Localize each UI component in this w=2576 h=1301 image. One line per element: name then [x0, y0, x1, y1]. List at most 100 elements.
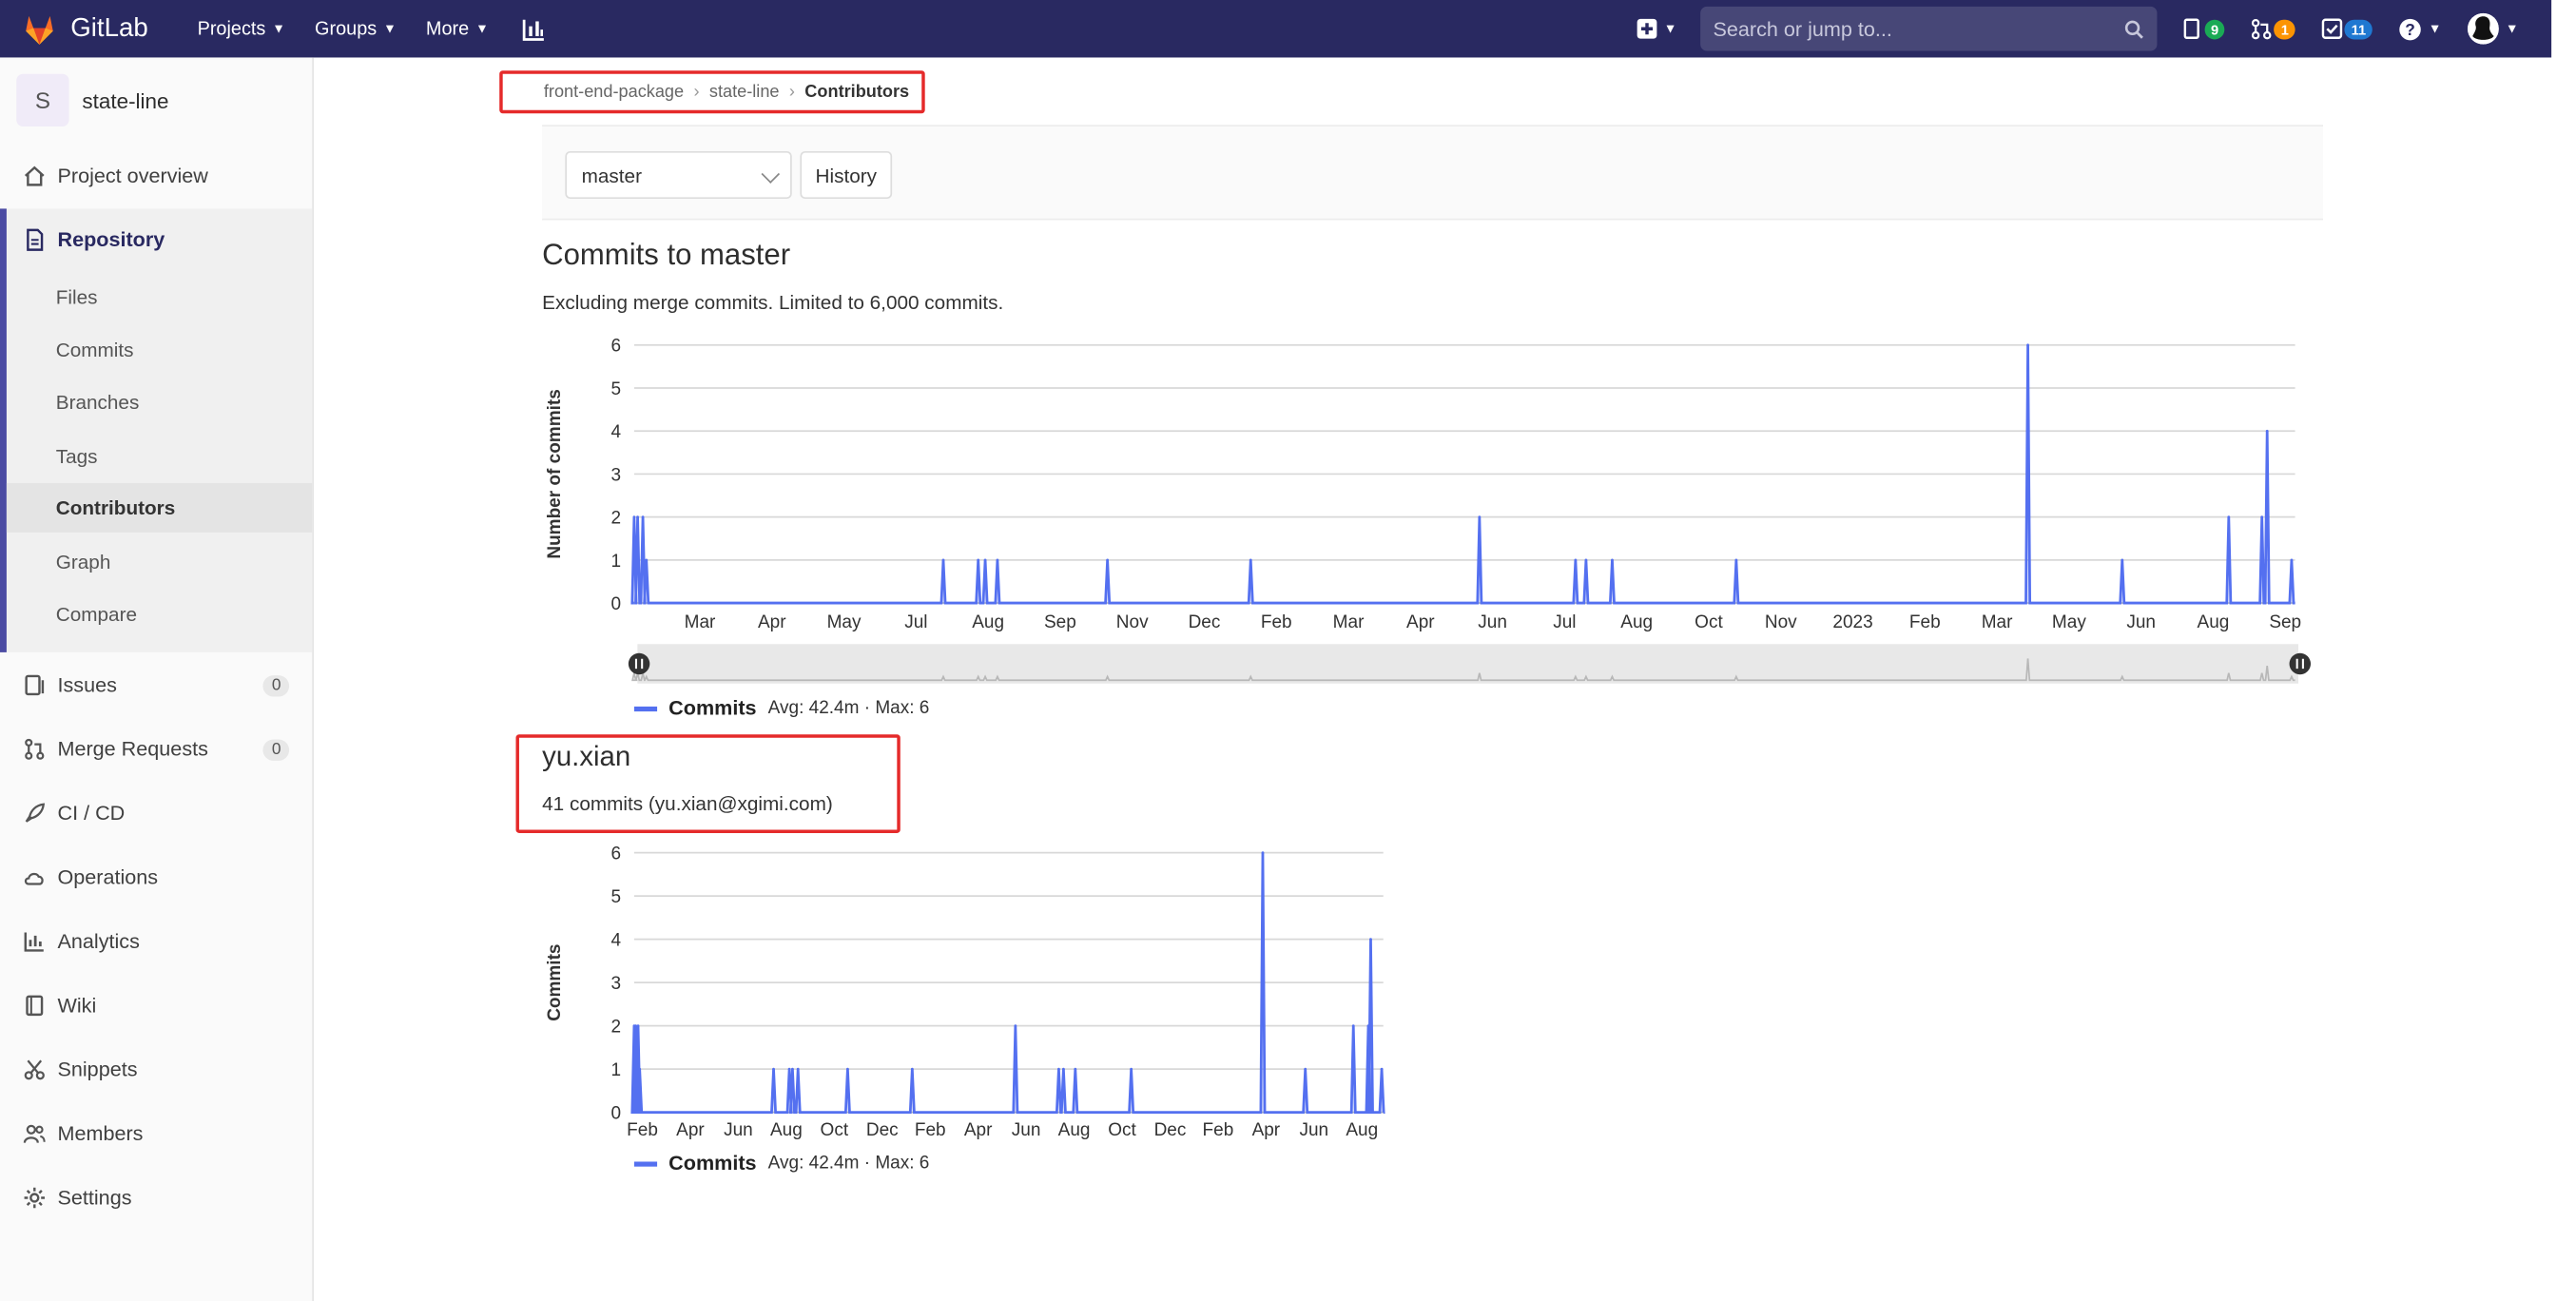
home-icon: [24, 165, 45, 186]
data-point: [1366, 1024, 1370, 1028]
sidebar-item-analytics[interactable]: Analytics: [0, 914, 312, 970]
sidebar-item-issues[interactable]: Issues 0: [0, 657, 312, 713]
document-icon: [27, 228, 44, 251]
y-tick-label: 3: [610, 974, 621, 994]
x-tick-label: Nov: [1116, 612, 1149, 632]
merge-requests-counter[interactable]: 1: [2252, 18, 2295, 40]
branch-select[interactable]: master: [565, 150, 792, 200]
data-point: [1734, 558, 1738, 562]
sidebar-item-wiki[interactable]: Wiki: [0, 978, 312, 1034]
x-tick-label: Feb: [1261, 612, 1292, 632]
zoom-slider-right-handle[interactable]: [2289, 652, 2312, 675]
master-commits-chart[interactable]: 0 1 2 3 4 5 6 Number of commits Mar Apr May Jul Aug S…: [526, 329, 2333, 699]
y-tick-label: 0: [610, 594, 621, 614]
sidebar-item-snippets[interactable]: Snippets: [0, 1041, 312, 1097]
user-menu[interactable]: ▼: [2468, 12, 2519, 45]
sidebar-sub-branches[interactable]: Branches: [56, 378, 313, 427]
sidebar-item-ci-cd[interactable]: CI / CD: [0, 786, 312, 842]
new-item-dropdown[interactable]: ▼: [1636, 18, 1676, 39]
users-icon: [23, 1124, 46, 1143]
more-menu[interactable]: More ▼: [426, 19, 489, 39]
repository-section: Repository Files Commits Branches Tags C…: [0, 208, 313, 652]
issues-counter[interactable]: 9: [2183, 18, 2226, 39]
data-point: [1574, 558, 1578, 562]
x-tick-label: Apr: [676, 1120, 705, 1140]
legend-stats: Avg: 42.4m · Max: 6: [767, 1153, 930, 1174]
sidebar-item-repository[interactable]: Repository: [0, 212, 312, 268]
activity-chart-icon[interactable]: [521, 15, 548, 42]
gitlab-logo-icon: [26, 14, 53, 45]
projects-menu[interactable]: Projects ▼: [198, 19, 285, 39]
sidebar-sub-tags[interactable]: Tags: [56, 432, 313, 481]
chevron-down-icon: ▼: [272, 21, 285, 37]
data-point: [2227, 515, 2231, 519]
y-tick-label: 1: [610, 552, 621, 572]
project-header[interactable]: S state-line: [0, 57, 312, 143]
sidebar-sub-compare[interactable]: Compare: [56, 590, 313, 639]
chevron-down-icon: ▼: [2505, 21, 2519, 37]
more-menu-label: More: [425, 18, 470, 39]
breadcrumb-current[interactable]: Contributors: [804, 82, 909, 102]
page-subtitle: Excluding merge commits. Limited to 6,00…: [542, 290, 1004, 314]
data-point: [636, 515, 639, 519]
data-point: [641, 515, 645, 519]
x-tick-label: Feb: [915, 1120, 946, 1140]
sidebar-item-label: Analytics: [57, 929, 140, 954]
sidebar-sub-files[interactable]: Files: [56, 273, 313, 322]
zoom-slider-left-handle[interactable]: [628, 652, 650, 675]
chart-icon: [24, 932, 44, 952]
search-input[interactable]: [1713, 17, 2124, 41]
sidebar-item-merge-requests[interactable]: Merge Requests 0: [0, 721, 312, 777]
gitlab-home-link[interactable]: GitLab: [21, 10, 148, 47]
contributor-chart-legend: Commits Avg: 42.4m · Max: 6: [633, 1152, 930, 1175]
gear-icon: [24, 1187, 45, 1209]
sidebar-item-label: Repository: [57, 228, 165, 252]
chevron-down-icon: ▼: [475, 21, 489, 37]
x-tick-label: Jun: [1478, 612, 1507, 632]
history-button[interactable]: History: [800, 150, 893, 200]
x-tick-label: Sep: [1044, 612, 1076, 632]
sidebar-sub-commits[interactable]: Commits: [56, 325, 313, 375]
sidebar-item-label: Snippets: [57, 1058, 138, 1081]
y-tick-label: 5: [610, 887, 621, 907]
sidebar-item-settings[interactable]: Settings: [0, 1170, 312, 1226]
sidebar-sub-contributors[interactable]: Contributors: [6, 482, 313, 533]
scissors-icon: [24, 1059, 45, 1080]
todos-counter[interactable]: 11: [2322, 18, 2373, 39]
y-tick-label: 3: [610, 465, 621, 485]
y-tick-label: 6: [610, 845, 621, 864]
zoom-slider-track[interactable]: [637, 644, 2299, 684]
contributor-commits-chart[interactable]: 0 1 2 3 4 5 6 Commits Feb Apr Jun Aug Oct Dec Feb Apr Ju…: [526, 835, 1413, 1147]
contributor-name: yu.xian: [542, 741, 631, 773]
data-point: [2260, 515, 2264, 519]
search-icon: [2124, 19, 2143, 38]
data-point: [996, 558, 999, 562]
breadcrumb-project-link[interactable]: state-line: [709, 82, 780, 102]
sidebar-sub-graph[interactable]: Graph: [56, 537, 313, 587]
sidebar-item-operations[interactable]: Operations: [0, 849, 312, 905]
data-point: [772, 1067, 775, 1071]
sidebar-item-project-overview[interactable]: Project overview: [0, 147, 312, 204]
x-tick-label: Aug: [972, 612, 1004, 632]
x-tick-label: Aug: [2198, 612, 2230, 632]
sidebar-item-label: Operations: [57, 865, 159, 889]
groups-menu[interactable]: Groups ▼: [315, 19, 397, 39]
y-axis-title: Number of commits: [545, 389, 565, 558]
legend-series-name: Commits: [668, 696, 757, 720]
data-point: [1351, 1024, 1355, 1028]
help-dropdown[interactable]: ? ▼: [2399, 17, 2441, 40]
page-title: Commits to master: [542, 238, 791, 272]
app-name: GitLab: [70, 13, 148, 43]
issues-icon: [2183, 18, 2199, 39]
sidebar-item-members[interactable]: Members: [0, 1106, 312, 1162]
x-tick-label: Apr: [1252, 1120, 1281, 1140]
legend-stats: Avg: 42.4m · Max: 6: [767, 698, 930, 719]
chevron-down-icon: ▼: [1663, 21, 1677, 37]
issues-badge: 9: [2204, 18, 2226, 39]
y-tick-label: 0: [610, 1104, 621, 1124]
breadcrumb-group-link[interactable]: front-end-package: [544, 82, 684, 102]
search-box[interactable]: [1699, 6, 2157, 51]
data-point: [636, 1024, 640, 1028]
sidebar-item-label: Members: [57, 1122, 144, 1146]
data-point: [2290, 558, 2294, 562]
